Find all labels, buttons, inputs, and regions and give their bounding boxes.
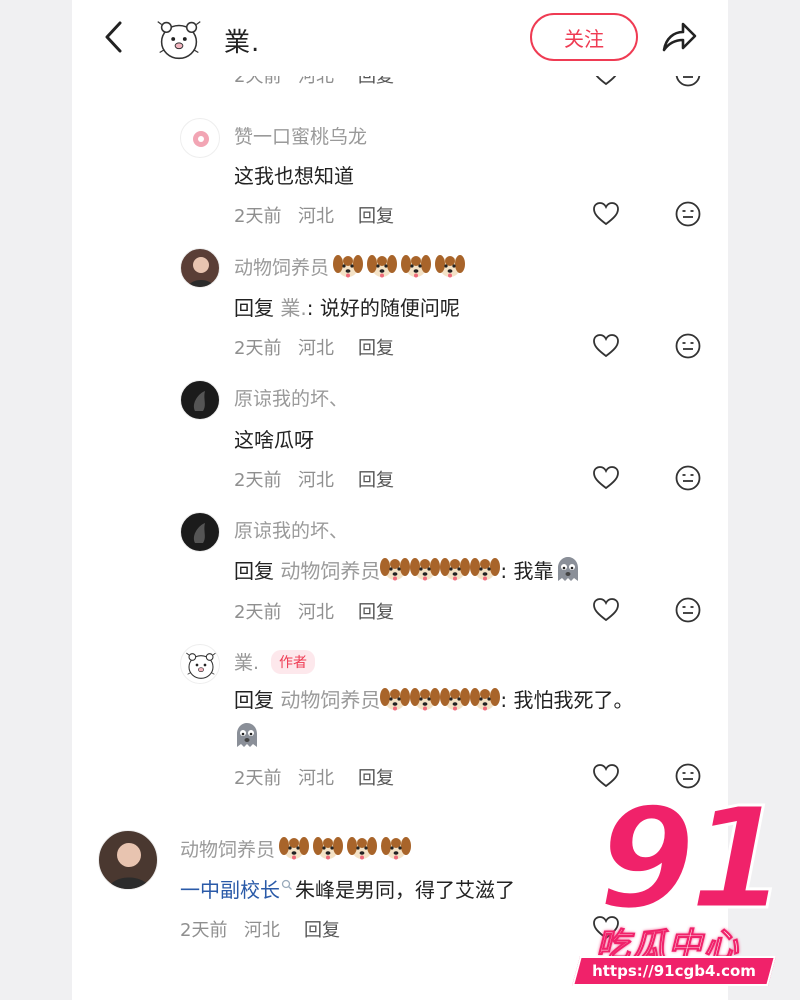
username[interactable]: 动物饲养员 (234, 252, 465, 280)
comment-location: 河北 (298, 768, 334, 789)
comment-time: 2天前 (234, 470, 282, 491)
dog-emoji (470, 555, 500, 583)
reply-button[interactable]: 回复 (358, 598, 394, 624)
comment-time: 2天前 (234, 768, 282, 789)
author-avatar[interactable] (150, 10, 208, 68)
emoji-icon[interactable] (674, 596, 702, 624)
username[interactable]: 动物饲养员 (180, 834, 411, 862)
comment-text[interactable]: 回复 动物饲养员 : 我怕我死了。 (234, 684, 633, 713)
emoji-icon[interactable] (674, 200, 702, 228)
avatar[interactable] (180, 248, 220, 288)
comment-meta: 2天前 河北 回复 (72, 332, 728, 362)
ghost-emoji (553, 554, 583, 584)
avatar[interactable] (180, 644, 220, 684)
comment-text[interactable]: 回复 动物饲养员 : 我靠 (234, 554, 583, 584)
dog-emoji (410, 555, 440, 583)
avatar[interactable] (180, 118, 220, 158)
heart-icon[interactable] (592, 200, 620, 228)
reply-button[interactable]: 回复 (358, 466, 394, 492)
username[interactable]: 業. 作者 (234, 648, 316, 675)
username[interactable]: 原谅我的坏、 (234, 384, 348, 411)
comment-time: 2天前 (234, 206, 282, 227)
dog-emoji (333, 252, 363, 280)
mention-link[interactable]: 一中副校长 (180, 874, 280, 903)
watermark-logo: 91 吃瓜中心 https://91cgb4.com (571, 788, 800, 1000)
comment-meta: 2天前 河北 回复 (72, 596, 728, 626)
comment-location: 河北 (298, 206, 334, 227)
comment-location: 河北 (298, 338, 334, 359)
comment-text[interactable]: 回复 業.: 说好的随便问呢 (234, 292, 460, 321)
watermark-number: 91 (597, 778, 789, 941)
heart-icon[interactable] (592, 332, 620, 360)
dog-emoji (470, 685, 500, 713)
dog-emoji (380, 555, 410, 583)
username[interactable]: 赞一口蜜桃乌龙 (234, 122, 367, 149)
comment-text[interactable]: 这我也想知道 (234, 160, 354, 189)
comment-time: 2天前 (234, 338, 282, 359)
dog-emoji (440, 685, 470, 713)
username[interactable]: 原谅我的坏、 (234, 516, 348, 543)
comment-meta: 2天前 河北 回复 (72, 200, 728, 230)
avatar[interactable] (98, 830, 158, 890)
author-badge: 作者 (271, 649, 316, 674)
reply-button[interactable]: 回复 (358, 764, 394, 790)
dog-emoji (367, 252, 397, 280)
dog-emoji (347, 834, 377, 862)
donut-icon (193, 131, 209, 147)
search-icon (281, 879, 292, 890)
emoji-icon[interactable] (674, 464, 702, 492)
comment-text[interactable]: 一中副校长 朱峰是男同，得了艾滋了 (180, 874, 515, 903)
comment-time: 2天前 (180, 920, 228, 941)
avatar[interactable] (180, 512, 220, 552)
dog-emoji (410, 685, 440, 713)
reply-button[interactable]: 回复 (358, 202, 394, 228)
heart-icon[interactable] (592, 464, 620, 492)
dog-emoji (440, 555, 470, 583)
dog-emoji (381, 834, 411, 862)
reply-button[interactable]: 回复 (304, 916, 340, 942)
share-icon[interactable] (658, 18, 698, 56)
follow-button[interactable]: 关注 (530, 13, 638, 61)
ghost-emoji (232, 720, 262, 750)
dog-emoji (435, 252, 465, 280)
dog-emoji (279, 834, 309, 862)
comment-time: 2天前 (234, 602, 282, 623)
avatar[interactable] (180, 380, 220, 420)
reply-button[interactable]: 回复 (358, 334, 394, 360)
heart-icon[interactable] (592, 596, 620, 624)
dog-emoji (313, 834, 343, 862)
dog-emoji (401, 252, 431, 280)
comment-location: 河北 (298, 602, 334, 623)
comment-location: 河北 (298, 470, 334, 491)
author-name[interactable]: 業. (224, 22, 260, 59)
emoji-icon[interactable] (674, 332, 702, 360)
watermark-url: https://91cgb4.com (571, 956, 777, 986)
top-bar: 業. 关注 (72, 0, 728, 76)
comment-meta: 2天前 河北 回复 (72, 464, 728, 494)
dog-emoji (380, 685, 410, 713)
comment-text[interactable]: 这啥瓜呀 (234, 424, 314, 453)
back-icon[interactable] (100, 18, 130, 56)
comment-location: 河北 (244, 920, 280, 941)
